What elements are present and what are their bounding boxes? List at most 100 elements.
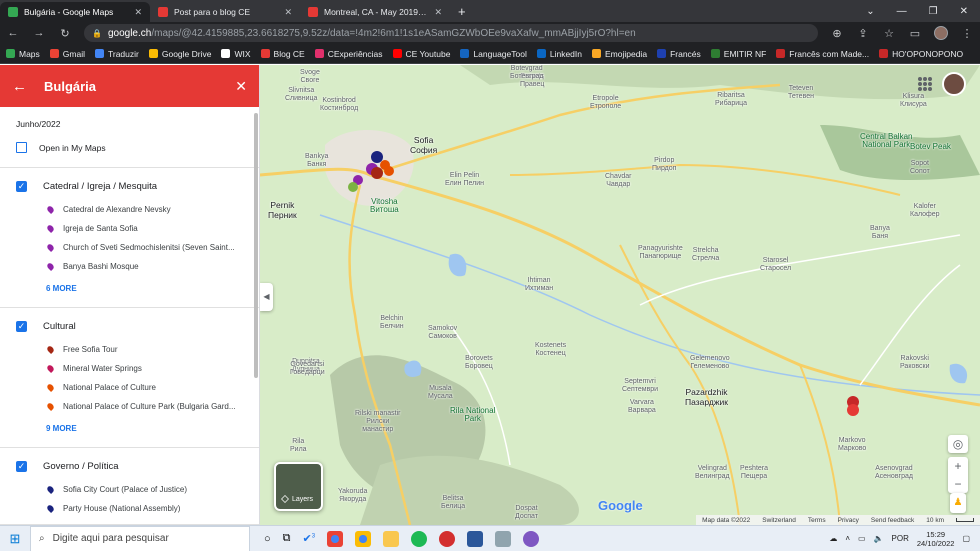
map-place-label: Samokov Самоков <box>428 325 458 340</box>
tab-google-maps[interactable]: Bulgária - Google Maps ✕ <box>0 2 150 22</box>
terms-link[interactable]: Terms <box>808 517 826 524</box>
open-my-maps-label: Open in My Maps <box>39 142 106 153</box>
layer-checkbox[interactable]: ✓ <box>16 321 27 332</box>
cortana-icon[interactable]: ○ <box>264 533 271 545</box>
notifications-icon[interactable]: ▢ <box>962 534 970 543</box>
language-indicator[interactable]: POR <box>892 534 909 543</box>
todo-icon[interactable]: ✔3 <box>303 532 316 545</box>
bookmark-item[interactable]: Blog CE <box>260 49 305 59</box>
place-list-item[interactable]: Free Sofia Tour <box>0 340 259 359</box>
close-icon[interactable]: ✕ <box>235 78 247 95</box>
bookmark-item[interactable]: WIX <box>221 49 251 59</box>
restore-icon[interactable]: ❐ <box>929 6 938 17</box>
window-icon[interactable]: ▭ <box>908 27 922 40</box>
bookmark-item[interactable]: CExperiências <box>314 49 383 59</box>
place-list-item[interactable]: National Palace of Culture Park (Bulgari… <box>0 397 259 416</box>
layer-header[interactable]: ✓ Catedral / Igreja / Mesquita <box>0 168 259 200</box>
network-icon[interactable]: ▭ <box>858 534 866 543</box>
zoom-out-button[interactable]: − <box>948 475 968 493</box>
chevron-down-icon[interactable]: ⌄ <box>866 6 874 17</box>
bookmark-item[interactable]: HO'OPONOPONO <box>879 49 963 59</box>
pen-icon[interactable] <box>495 530 512 547</box>
map-place-label: Rila National Park <box>450 406 496 423</box>
back-arrow-icon[interactable]: ← <box>6 27 20 39</box>
place-list-item[interactable]: National Palace of Culture <box>0 378 259 397</box>
bookmark-item[interactable]: Traduzir <box>95 49 139 59</box>
map-place-label: Peshtera Пещера <box>740 465 769 480</box>
show-more-link[interactable]: 9 MORE <box>0 416 259 441</box>
bookmark-item[interactable]: Google Drive <box>148 49 211 59</box>
send-feedback-link[interactable]: Send feedback <box>871 517 914 524</box>
zoom-in-button[interactable]: + <box>948 457 968 475</box>
show-more-link[interactable]: 6 MORE <box>0 276 259 301</box>
clock[interactable]: 15:29 24/10/2022 <box>917 530 955 548</box>
minimize-icon[interactable]: — <box>897 6 907 17</box>
windows-start-icon[interactable]: ⊞ <box>0 531 30 547</box>
bookmark-item[interactable]: Francês com Made... <box>776 49 869 59</box>
my-location-button[interactable]: ◎ <box>948 435 968 453</box>
layer-checkbox[interactable]: ✓ <box>16 461 27 472</box>
install-icon[interactable]: ⊕ <box>830 27 844 40</box>
back-arrow-icon[interactable]: ← <box>12 78 32 95</box>
scale-label[interactable]: 10 km <box>926 517 944 524</box>
apps-grid-icon[interactable] <box>918 77 932 91</box>
tray-chevron-icon[interactable]: ˄ <box>845 534 850 543</box>
place-list-item[interactable]: Mineral Water Springs <box>0 359 259 378</box>
place-list-item[interactable]: Banya Bashi Mosque <box>0 257 259 276</box>
profile-avatar[interactable] <box>934 26 948 40</box>
bookmark-item[interactable]: CE Youtube <box>392 49 450 59</box>
app-icon[interactable] <box>439 530 456 547</box>
bookmark-item[interactable]: Gmail <box>49 49 85 59</box>
region-link[interactable]: Switzerland <box>762 517 796 524</box>
map-pin-plovdiv[interactable] <box>847 396 859 416</box>
map-place-label: Kostenets Костенец <box>535 342 567 357</box>
bookmark-item[interactable]: LinkedIn <box>536 49 582 59</box>
share-icon[interactable]: ⇪ <box>856 27 870 40</box>
menu-icon[interactable]: ⋮ <box>960 27 974 40</box>
bookmark-item[interactable]: Maps <box>6 49 40 59</box>
bookmark-item[interactable]: Emojipedia <box>592 49 647 59</box>
bookmark-favicon-icon <box>710 49 720 58</box>
task-view-icon[interactable]: ⧉ <box>283 532 291 545</box>
forward-arrow-icon[interactable]: → <box>32 27 46 39</box>
layer-header[interactable]: ✓ Governo / Política <box>0 448 259 480</box>
chrome-icon[interactable] <box>327 530 344 547</box>
tab-blog-ce[interactable]: Post para o blog CE ✕ <box>150 2 300 22</box>
place-list-item[interactable]: Sofia City Court (Palace of Justice) <box>0 480 259 499</box>
place-list-item[interactable]: Igreja de Santa Sofia <box>0 219 259 238</box>
star-icon[interactable]: ☆ <box>882 27 896 40</box>
word-icon[interactable] <box>467 530 484 547</box>
open-in-my-maps-link[interactable]: Open in My Maps <box>0 135 259 168</box>
reload-icon[interactable]: ↻ <box>58 27 72 40</box>
close-tab-icon[interactable]: ✕ <box>434 7 442 18</box>
bookmark-item[interactable]: EMITIR NF <box>710 49 766 59</box>
tab-montreal[interactable]: Montreal, CA - May 2019 - Goog ✕ <box>300 2 450 22</box>
close-window-icon[interactable]: ✕ <box>960 6 968 17</box>
chrome-icon[interactable] <box>355 530 372 547</box>
panel-scrollbar[interactable] <box>254 113 258 378</box>
layer-checkbox[interactable]: ✓ <box>16 181 27 192</box>
bookmark-label: HO'OPONOPONO <box>892 48 964 59</box>
place-list-item[interactable]: Party House (National Assembly) <box>0 499 259 518</box>
spotify-icon[interactable] <box>411 530 428 547</box>
place-list-item[interactable]: Church of Sveti Sedmochislenitsi (Seven … <box>0 238 259 257</box>
weather-icon[interactable]: ☁ <box>829 534 837 543</box>
map-canvas[interactable]: Svoge Свoге Slivnitsa Сливница Kostinbrod … <box>260 65 980 525</box>
account-avatar[interactable] <box>942 72 966 96</box>
layers-button[interactable]: Layers <box>274 462 323 511</box>
privacy-link[interactable]: Privacy <box>838 517 859 524</box>
close-tab-icon[interactable]: ✕ <box>284 7 292 18</box>
collapse-panel-button[interactable]: ◀ <box>260 283 273 311</box>
layer-header[interactable]: ✓ Cultural <box>0 308 259 340</box>
new-tab-button[interactable]: + <box>450 2 474 22</box>
url-bar[interactable]: 🔒 google.ch/maps/@42.4159885,23.6618275,… <box>84 24 818 42</box>
street-view-pegman-icon[interactable]: ♟ <box>950 493 966 513</box>
bookmark-item[interactable]: Francés <box>657 49 701 59</box>
taskbar-search[interactable]: ⌕ Digite aqui para pesquisar <box>30 525 250 551</box>
bookmark-item[interactable]: LanguageTool <box>460 49 527 59</box>
close-tab-icon[interactable]: ✕ <box>134 7 142 18</box>
volume-icon[interactable]: 🔈 <box>874 534 884 543</box>
app-icon[interactable] <box>523 530 540 547</box>
file-explorer-icon[interactable] <box>383 530 400 547</box>
place-list-item[interactable]: Catedral de Alexandre Nevsky <box>0 200 259 219</box>
